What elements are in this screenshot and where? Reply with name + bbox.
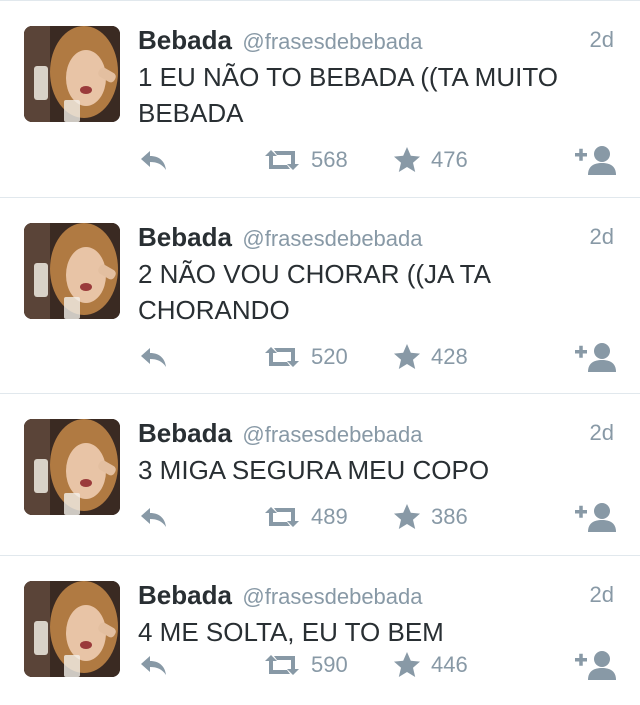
tweet-header: Bebada @frasesdebebada 2d — [138, 580, 614, 614]
retweet-count: 590 — [311, 652, 348, 677]
star-icon — [394, 147, 420, 172]
tweet-text: 3 MIGA SEGURA MEU COPO — [138, 455, 490, 485]
tweet-timestamp[interactable]: 2d — [590, 582, 614, 608]
reply-icon — [141, 348, 166, 367]
retweet-button[interactable]: 568 — [263, 143, 348, 177]
tweet-actions: 590 446 — [138, 648, 618, 682]
avatar-photo — [24, 581, 120, 677]
user-handle[interactable]: @frasesdebebada — [242, 584, 422, 609]
favorite-count: 428 — [431, 344, 468, 369]
tweet[interactable]: Bebada @frasesdebebada 2d 3 MIGA SEGURA … — [0, 394, 640, 556]
user-handle[interactable]: @frasesdebebada — [242, 226, 422, 251]
follow-user-icon — [575, 146, 616, 175]
reply-icon — [141, 656, 166, 675]
avatar-photo — [24, 223, 120, 319]
tweet-header: Bebada @frasesdebebada 2d — [138, 25, 614, 59]
tweet-actions: 520 428 — [138, 340, 618, 374]
tweet-timestamp[interactable]: 2d — [590, 224, 614, 250]
favorite-button[interactable]: 428 — [393, 340, 468, 374]
follow-button[interactable] — [574, 648, 618, 682]
tweet-timestamp[interactable]: 2d — [590, 27, 614, 53]
tweet-timeline: Bebada @frasesdebebada 2d 1 EU NÃO TO BE… — [0, 0, 640, 704]
tweet[interactable]: Bebada @frasesdebebada 2d 4 ME SOLTA, EU… — [0, 556, 640, 704]
tweet-text: 1 EU NÃO TO BEBADA ((TA MUITO BEBADA — [138, 62, 558, 128]
star-icon — [394, 504, 420, 529]
favorite-count: 386 — [431, 504, 468, 529]
reply-icon — [141, 508, 166, 527]
user-name[interactable]: Bebada — [138, 418, 232, 448]
reply-button[interactable] — [138, 143, 168, 177]
tweet[interactable]: Bebada @frasesdebebada 2d 2 NÃO VOU CHOR… — [0, 198, 640, 394]
favorite-button[interactable]: 386 — [393, 500, 468, 534]
reply-button[interactable] — [138, 648, 168, 682]
avatar[interactable] — [24, 419, 120, 515]
follow-button[interactable] — [574, 143, 618, 177]
user-name[interactable]: Bebada — [138, 222, 232, 252]
reply-icon — [141, 151, 166, 170]
avatar[interactable] — [24, 223, 120, 319]
star-icon — [394, 344, 420, 369]
user-name[interactable]: Bebada — [138, 580, 232, 610]
reply-button[interactable] — [138, 500, 168, 534]
follow-button[interactable] — [574, 500, 618, 534]
follow-user-icon — [575, 503, 616, 532]
retweet-button[interactable]: 520 — [263, 340, 348, 374]
star-icon — [394, 652, 420, 677]
avatar[interactable] — [24, 581, 120, 677]
retweet-icon — [265, 347, 299, 367]
tweet-text: 2 NÃO VOU CHORAR ((JA TA CHORANDO — [138, 259, 490, 325]
user-handle[interactable]: @frasesdebebada — [242, 422, 422, 447]
tweet-actions: 489 386 — [138, 500, 618, 534]
tweet-header: Bebada @frasesdebebada 2d — [138, 418, 614, 452]
tweet-timestamp[interactable]: 2d — [590, 420, 614, 446]
user-handle[interactable]: @frasesdebebada — [242, 29, 422, 54]
tweet[interactable]: Bebada @frasesdebebada 2d 1 EU NÃO TO BE… — [0, 0, 640, 198]
retweet-icon — [265, 150, 299, 170]
avatar-photo — [24, 26, 120, 122]
user-name[interactable]: Bebada — [138, 25, 232, 55]
reply-button[interactable] — [138, 340, 168, 374]
favorite-button[interactable]: 446 — [393, 648, 468, 682]
favorite-count: 476 — [431, 147, 468, 172]
tweet-actions: 568 476 — [138, 143, 618, 177]
follow-user-icon — [575, 651, 616, 680]
favorite-button[interactable]: 476 — [393, 143, 468, 177]
retweet-button[interactable]: 489 — [263, 500, 348, 534]
retweet-count: 520 — [311, 344, 348, 369]
avatar-photo — [24, 419, 120, 515]
retweet-icon — [265, 507, 299, 527]
retweet-button[interactable]: 590 — [263, 648, 348, 682]
retweet-count: 489 — [311, 504, 348, 529]
retweet-icon — [265, 655, 299, 675]
follow-button[interactable] — [574, 340, 618, 374]
follow-user-icon — [575, 343, 616, 372]
avatar[interactable] — [24, 26, 120, 122]
tweet-header: Bebada @frasesdebebada 2d — [138, 222, 614, 256]
tweet-text: 4 ME SOLTA, EU TO BEM — [138, 617, 444, 647]
retweet-count: 568 — [311, 147, 348, 172]
favorite-count: 446 — [431, 652, 468, 677]
